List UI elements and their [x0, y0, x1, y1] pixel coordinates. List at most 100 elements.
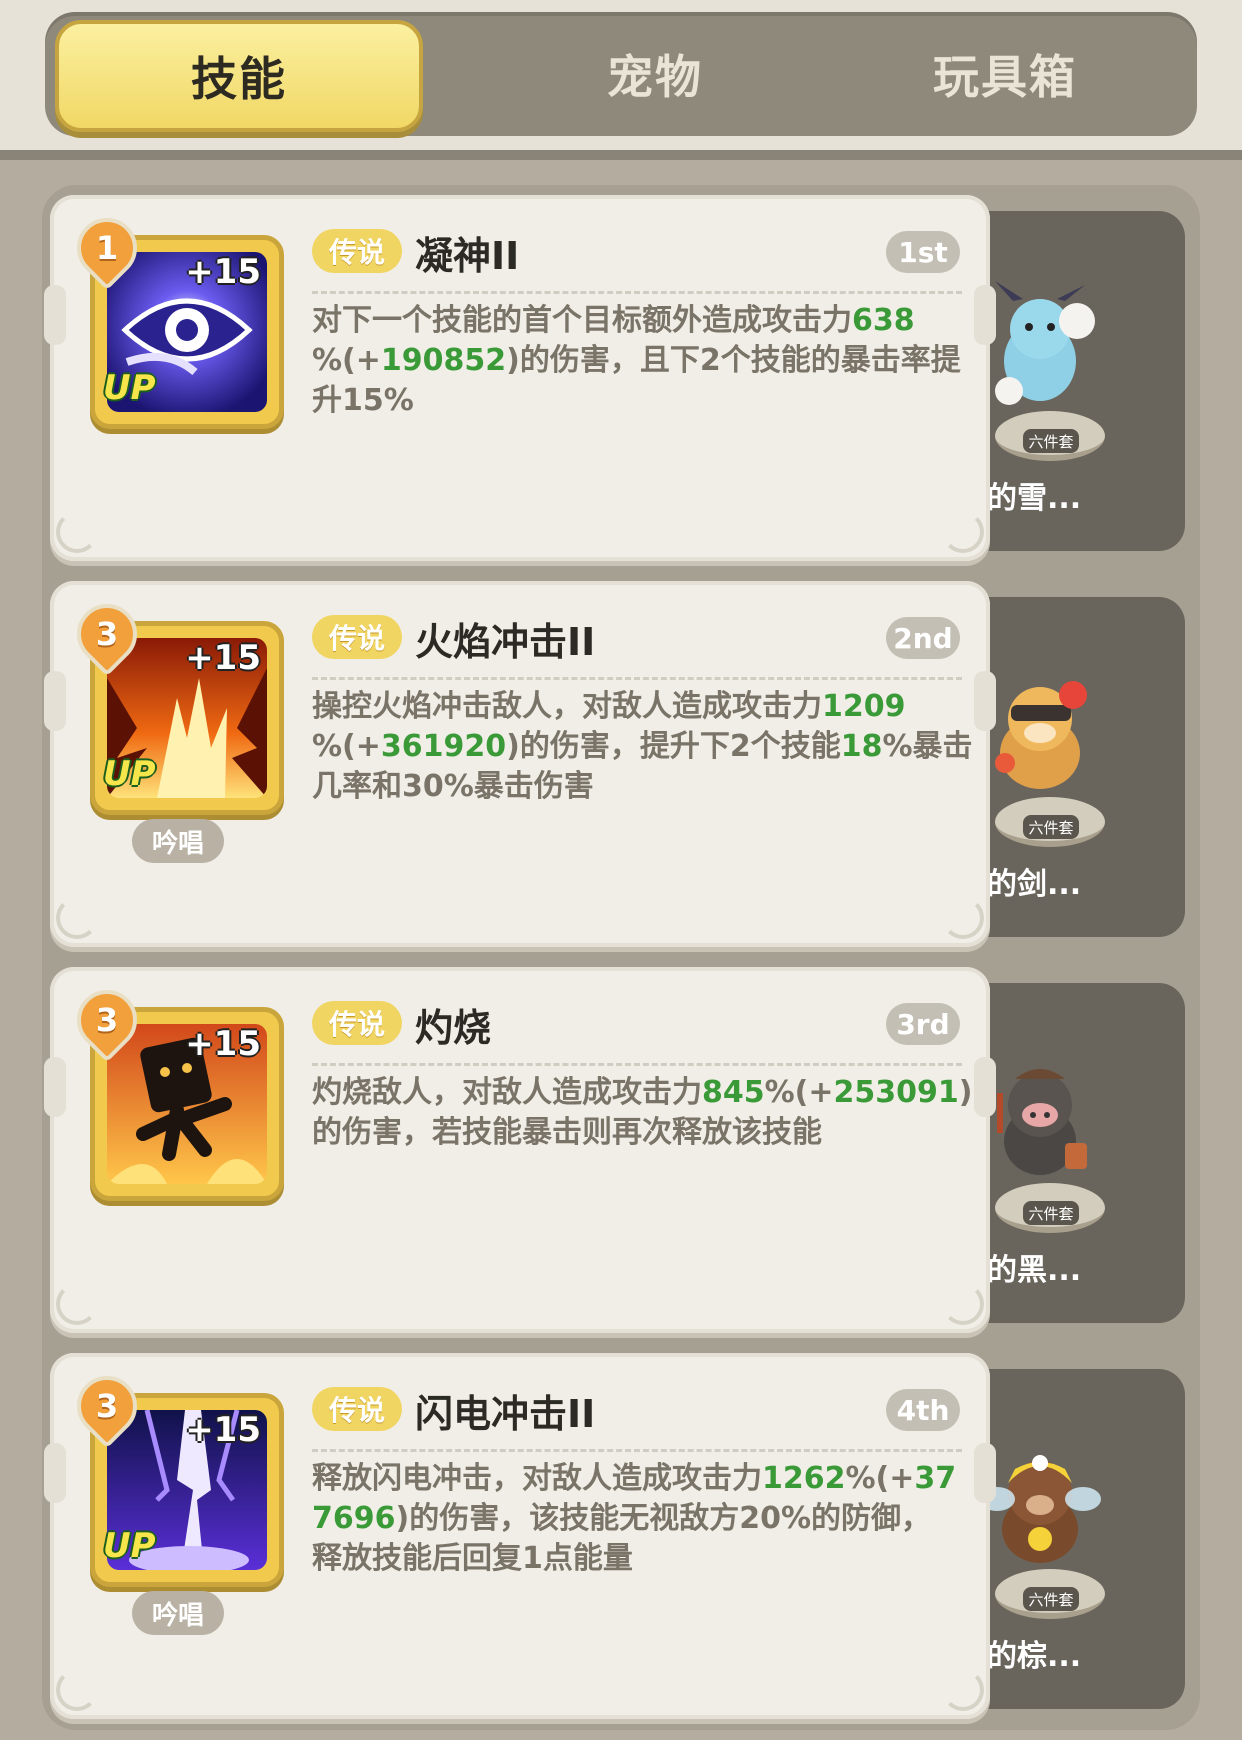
skill-icon-frame[interactable]: 1 +15 UP: [64, 205, 284, 429]
dashed-divider: [312, 677, 962, 680]
enhance-level: +15: [185, 252, 261, 292]
corner-ornament: [56, 1283, 98, 1325]
skill-row[interactable]: 六件套 活跃的黑... 3 +15 传说 灼烧 3rd 灼烧敌人，对敌人造成攻击…: [44, 967, 1185, 1333]
skill-name: 火焰冲击II: [415, 620, 596, 664]
order-badge: 4th: [886, 1389, 960, 1431]
skill-description: 释放闪电冲击，对敌人造成攻击力1262%(+37 7696)的伤害，该技能无视敌方…: [312, 1459, 962, 1579]
desc-text: )的伤害，提升下2个技能: [506, 729, 841, 764]
skill-level: 3: [95, 1387, 119, 1425]
order-badge: 2nd: [886, 617, 960, 659]
enhance-level: +15: [185, 1410, 261, 1450]
skill-card[interactable]: 1 +15 UP 传说 凝神II 1st 对下一个技能的首个目标额外造成攻击力6…: [44, 195, 996, 561]
skill-icon-frame[interactable]: 3 +15 UP: [64, 591, 284, 815]
highlight-value: 845: [702, 1075, 765, 1110]
desc-line: 的伤害，若技能暴击则再次释放该技能: [312, 1113, 962, 1153]
corner-ornament: [942, 1283, 984, 1325]
highlight-value: 37: [914, 1461, 957, 1496]
skill-list: 六件套 快乐的雪... 1 +15 UP 传说 凝神II 1st 对下一个技能的…: [42, 185, 1200, 1730]
chant-badge: 吟唱: [132, 819, 224, 863]
desc-text: 几率和30%暴击伤害: [312, 769, 594, 804]
corner-ornament: [56, 1669, 98, 1711]
up-badge: UP: [103, 368, 156, 408]
card-rib: [44, 285, 66, 345]
desc-text: 的伤害，若技能暴击则再次释放该技能: [312, 1115, 822, 1150]
desc-line: 7696)的伤害，该技能无视敌方20%的防御，: [312, 1499, 962, 1539]
desc-line: %(+361920)的伤害，提升下2个技能18%暴击: [312, 727, 973, 767]
desc-text: 操控火焰冲击敌人，对敌人造成攻击力: [312, 689, 822, 724]
skill-description: 对下一个技能的首个目标额外造成攻击力638 %(+190852)的伤害，且下2个技…: [312, 301, 962, 421]
desc-text: )的伤害，且下2个技能的暴击率提: [506, 343, 961, 378]
chant-badge: 吟唱: [132, 1591, 224, 1635]
skill-icon-frame[interactable]: 3 +15: [64, 977, 284, 1201]
desc-text: )的伤害，该技能无视敌方20%的防御，: [395, 1501, 932, 1536]
desc-text: 升15%: [312, 383, 414, 418]
set-badge: 六件套: [1023, 429, 1079, 453]
skill-icon-frame[interactable]: 3 +15 UP: [64, 1363, 284, 1587]
card-rib: [44, 671, 66, 731]
tab-pets[interactable]: 宠物: [485, 12, 825, 136]
skill-row[interactable]: 六件套 贪吃的棕... 3 +15 UP 吟唱 传说 闪电冲击II 4th 释放…: [44, 1353, 1185, 1719]
tab-toybox[interactable]: 玩具箱: [835, 12, 1175, 136]
order-badge: 1st: [886, 231, 960, 273]
desc-text: 灼烧敌人，对敌人造成攻击力: [312, 1075, 702, 1110]
desc-line: 灼烧敌人，对敌人造成攻击力845%(+253091): [312, 1073, 973, 1113]
skill-card[interactable]: 3 +15 UP 吟唱 传说 火焰冲击II 2nd 操控火焰冲击敌人，对敌人造成…: [44, 581, 996, 947]
dashed-divider: [312, 1063, 962, 1066]
card-rib: [44, 1443, 66, 1503]
skill-row[interactable]: 六件套 快乐的雪... 1 +15 UP 传说 凝神II 1st 对下一个技能的…: [44, 195, 1185, 561]
desc-text: %暴击: [882, 729, 973, 764]
desc-text: %(+: [312, 343, 381, 378]
desc-text: %(+: [845, 1461, 915, 1496]
desc-line: 对下一个技能的首个目标额外造成攻击力638: [312, 301, 962, 341]
tab-skills[interactable]: 技能: [55, 20, 423, 132]
corner-ornament: [56, 897, 98, 939]
card-rib: [974, 1443, 996, 1503]
skill-description: 灼烧敌人，对敌人造成攻击力845%(+253091) 的伤害，若技能暴击则再次释放…: [312, 1073, 973, 1153]
corner-ornament: [942, 1669, 984, 1711]
rarity-tag: 传说: [312, 1001, 402, 1045]
skill-name: 闪电冲击II: [415, 1392, 596, 1436]
rarity-tag: 传说: [312, 1387, 402, 1431]
highlight-value: 253091: [833, 1075, 959, 1110]
highlight-value: 190852: [380, 343, 507, 378]
up-badge: UP: [103, 1526, 156, 1566]
skill-row[interactable]: 六件套 暴躁的剑... 3 +15 UP 吟唱 传说 火焰冲击II 2nd 操控…: [44, 581, 1185, 947]
skill-level: 3: [95, 615, 119, 653]
card-rib: [974, 1057, 996, 1117]
card-rib: [974, 285, 996, 345]
desc-text: ): [958, 1075, 973, 1110]
highlight-value: 361920: [380, 729, 507, 764]
desc-text: 释放闪电冲击，对敌人造成攻击力: [312, 1461, 762, 1496]
rarity-tag: 传说: [312, 615, 402, 659]
skill-card[interactable]: 3 +15 传说 灼烧 3rd 灼烧敌人，对敌人造成攻击力845%(+25309…: [44, 967, 996, 1333]
set-badge: 六件套: [1023, 815, 1079, 839]
highlight-value: 1262: [762, 1461, 846, 1496]
desc-text: %(+: [764, 1075, 834, 1110]
highlight-value: 7696: [312, 1501, 396, 1536]
desc-line: 释放闪电冲击，对敌人造成攻击力1262%(+37: [312, 1459, 962, 1499]
skill-card[interactable]: 3 +15 UP 吟唱 传说 闪电冲击II 4th 释放闪电冲击，对敌人造成攻击…: [44, 1353, 996, 1719]
desc-line: 操控火焰冲击敌人，对敌人造成攻击力1209: [312, 687, 962, 727]
highlight-value: 18: [840, 729, 883, 764]
set-badge: 六件套: [1023, 1587, 1079, 1611]
tab-bar: 技能 宠物 玩具箱: [45, 12, 1197, 136]
rarity-tag: 传说: [312, 229, 402, 273]
skill-name: 灼烧: [415, 1006, 492, 1050]
desc-line: %(+190852)的伤害，且下2个技能的暴击率提: [312, 341, 962, 381]
skill-level: 3: [95, 1001, 119, 1039]
set-badge: 六件套: [1023, 1201, 1079, 1225]
desc-line: 升15%: [312, 381, 962, 421]
enhance-level: +15: [185, 638, 261, 678]
desc-line: 几率和30%暴击伤害: [312, 767, 962, 807]
highlight-value: 1209: [822, 689, 906, 724]
skill-name: 凝神II: [415, 234, 520, 278]
corner-ornament: [942, 897, 984, 939]
header-divider: [0, 150, 1242, 160]
corner-ornament: [56, 511, 98, 553]
card-rib: [44, 1057, 66, 1117]
card-rib: [974, 671, 996, 731]
desc-text: 释放技能后回复1点能量: [312, 1541, 633, 1576]
desc-text: %(+: [312, 729, 381, 764]
desc-text: 对下一个技能的首个目标额外造成攻击力: [312, 303, 852, 338]
dashed-divider: [312, 1449, 962, 1452]
